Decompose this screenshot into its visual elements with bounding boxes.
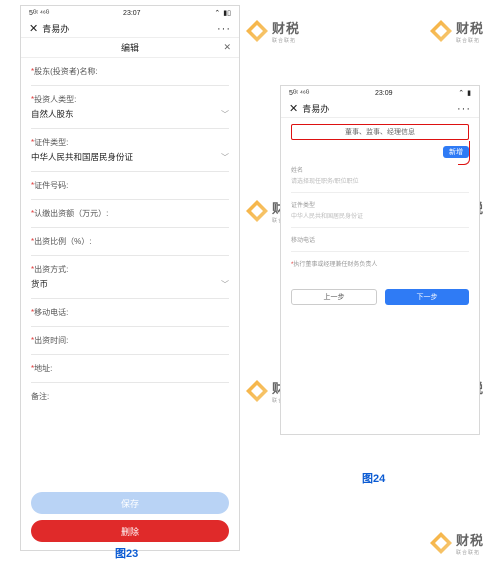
label-subscribed-capital: 认缴出资额（万元）: xyxy=(34,209,108,218)
label-invest-method: 出资方式: xyxy=(34,265,68,274)
prev-button[interactable]: 上一步 xyxy=(291,289,377,305)
next-button[interactable]: 下一步 xyxy=(385,289,469,305)
save-button[interactable]: 保存 xyxy=(31,492,229,514)
label-invest-ratio: 出资比例（%）: xyxy=(34,237,91,246)
status-bar: 5ᴳᵗ ⁴⁶ᴳ 23:09 ⌃▮ xyxy=(281,86,479,100)
title-bar: ✕ 青易办 ··· xyxy=(281,100,479,118)
label-shareholder-name: 股东(投资者)名称: xyxy=(34,67,98,76)
label-id-type: 证件类型: xyxy=(34,138,68,147)
select-investor-type[interactable]: 自然人股东﹀ xyxy=(31,108,229,120)
page-title: 青易办 xyxy=(42,22,69,35)
label-dual-role: 执行董事或经理兼任财务负责人 xyxy=(293,262,377,268)
wm-sub: 联合联拓 xyxy=(272,37,300,44)
label-mobile: 移动电话: xyxy=(34,308,68,317)
chevron-down-icon: ﹀ xyxy=(221,109,229,120)
more-icon[interactable]: ··· xyxy=(457,103,471,115)
phone-figure-23: 5ᴳᵗ ⁴⁶ᴳ 23:07 ⌃▮▯ ✕ 青易办 ··· 编辑 ✕ *股东(投资者… xyxy=(20,5,240,551)
close-icon[interactable]: ✕ xyxy=(223,42,231,53)
label-id-type: 证件类型 xyxy=(291,200,469,209)
label-investor-type: 投资人类型: xyxy=(34,95,76,104)
chevron-down-icon: ﹀ xyxy=(221,152,229,163)
phone-figure-24: 5ᴳᵗ ⁴⁶ᴳ 23:09 ⌃▮ ✕ 青易办 ··· 董事、监事、经理信息 新增… xyxy=(280,85,480,435)
wm-brand: 财税 xyxy=(272,18,300,37)
more-icon[interactable]: ··· xyxy=(217,23,231,35)
close-icon[interactable]: ✕ xyxy=(289,102,298,115)
label-invest-time: 出资时间: xyxy=(34,336,68,345)
caption-23: 图23 xyxy=(115,545,138,561)
value-id-type: 中华人民共和国居民身份证 xyxy=(291,211,469,220)
label-name: 姓名 xyxy=(291,165,469,174)
hint-position: 请选择现任职务/职位职位 xyxy=(291,176,469,185)
close-icon[interactable]: ✕ xyxy=(29,22,38,35)
page-title: 青易办 xyxy=(302,102,329,115)
chevron-down-icon: ﹀ xyxy=(221,279,229,290)
title-bar: ✕ 青易办 ··· xyxy=(21,20,239,38)
select-id-type[interactable]: 中华人民共和国居民身份证﹀ xyxy=(31,151,229,163)
delete-button[interactable]: 删除 xyxy=(31,520,229,542)
select-invest-method[interactable]: 货币﹀ xyxy=(31,278,229,290)
caption-24: 图24 xyxy=(362,470,385,486)
section-callout: 董事、监事、经理信息 xyxy=(291,124,469,140)
label-mobile: 移动电话 xyxy=(291,235,469,244)
status-bar: 5ᴳᵗ ⁴⁶ᴳ 23:07 ⌃▮▯ xyxy=(21,6,239,20)
add-button[interactable]: 新增 xyxy=(443,146,469,158)
label-remark: 备注: xyxy=(31,392,49,401)
edit-header: 编辑 ✕ xyxy=(21,38,239,58)
label-id-number: 证件号码: xyxy=(34,181,68,190)
label-address: 地址: xyxy=(34,364,52,373)
